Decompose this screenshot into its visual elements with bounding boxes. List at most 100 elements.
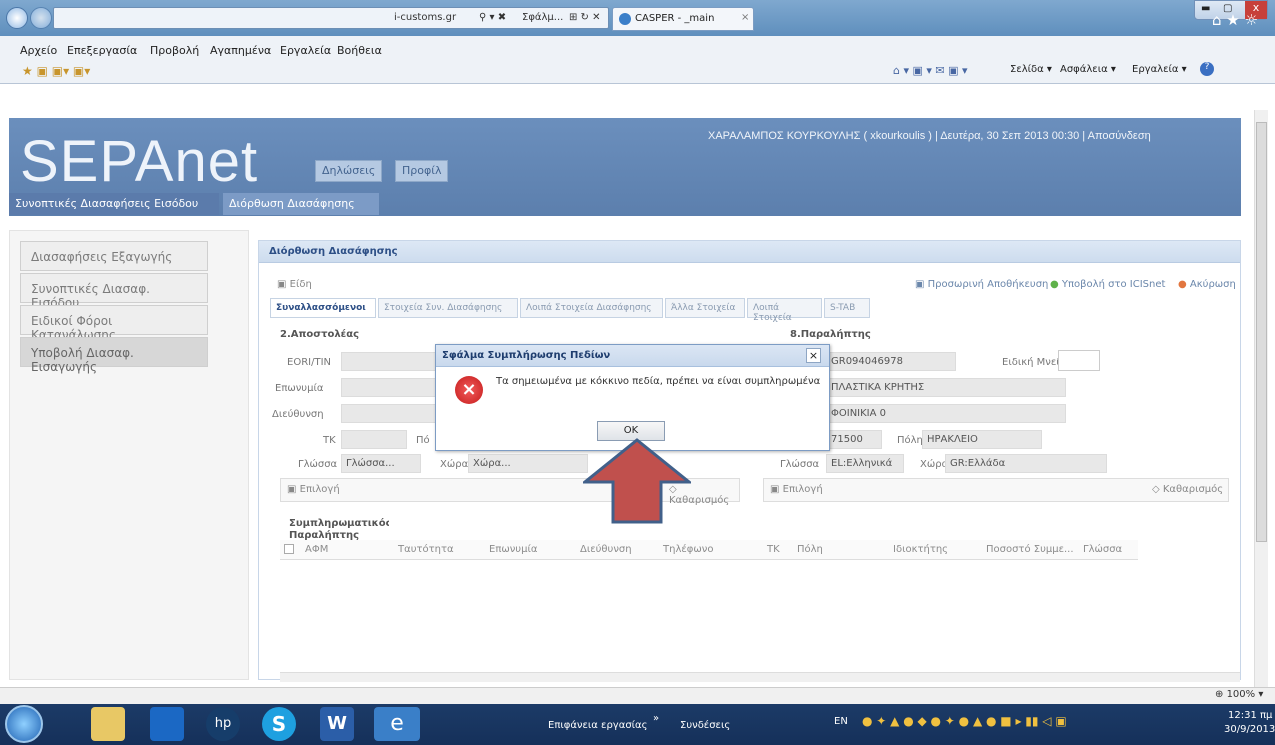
dialog-message: Τα σημειωμένα με κόκκινο πεδία, πρέπει ν…: [496, 376, 821, 387]
tab-profile[interactable]: Προφίλ: [395, 160, 449, 182]
menu-help[interactable]: Βοήθεια: [337, 44, 382, 57]
error-icon: ×: [455, 376, 483, 404]
address-text: i-customs.gr: [394, 12, 457, 23]
sender-address-field[interactable]: [341, 404, 437, 423]
sender-tk-field[interactable]: [341, 430, 407, 449]
toolbar-icons[interactable]: ⌂ ▾ ▣ ▾ ✉ ▣ ▾: [893, 64, 968, 77]
menu-file[interactable]: Αρχείο: [20, 44, 57, 57]
word-icon[interactable]: W: [320, 707, 354, 741]
receiver-eori-field[interactable]: GR094046978: [826, 352, 956, 371]
col-tk[interactable]: ΤΚ: [767, 544, 780, 555]
toolbar-tools[interactable]: Εργαλεία ▾: [1132, 64, 1187, 75]
window-minimize-icon[interactable]: ▬: [1201, 3, 1210, 14]
tab-traders[interactable]: Συναλλασσόμενοι: [270, 298, 376, 318]
tab-summary-data[interactable]: Στοιχεία Συν. Διασάφησης: [378, 298, 518, 318]
dialog-titlebar: Σφάλμα Συμπλήρωσης Πεδίων ×: [436, 345, 829, 367]
skype-icon[interactable]: S: [262, 707, 296, 741]
forward-icon[interactable]: [30, 7, 52, 29]
refresh-icon[interactable]: ⊞ ↻ ✕: [569, 12, 601, 23]
tab-other-declaration[interactable]: Λοιπά Στοιχεία Διασάφησης: [520, 298, 663, 318]
ie-taskbar-icon[interactable]: e: [374, 707, 420, 741]
receiver-tk-field[interactable]: 71500: [826, 430, 882, 449]
clock-date[interactable]: 30/9/2013: [1224, 724, 1275, 735]
zoom-level[interactable]: ⊕ 100% ▾: [1215, 689, 1263, 700]
select-all-checkbox[interactable]: [284, 544, 294, 554]
menu-view[interactable]: Προβολή: [150, 44, 199, 57]
tab-casper[interactable]: CASPER - _main ×: [612, 7, 754, 31]
desktop-toolbar[interactable]: Επιφάνεια εργασίας: [548, 720, 648, 731]
help-icon[interactable]: ?: [1200, 62, 1214, 76]
receiver-lang-label: Γλώσσα: [780, 459, 820, 470]
special-field[interactable]: [1058, 350, 1100, 371]
dialog-close-icon[interactable]: ×: [806, 348, 821, 363]
links-toolbar[interactable]: Συνδέσεις: [680, 720, 730, 731]
favorites-icon[interactable]: ★ ▣ ▣▾ ▣▾: [22, 64, 90, 78]
scrollbar-thumb[interactable]: [1256, 122, 1267, 542]
save-draft-button[interactable]: ▣ Προσωρινή Αποθήκευση: [915, 279, 1048, 290]
receiver-country-field[interactable]: GR:Ελλάδα: [945, 454, 1107, 473]
address-bar[interactable]: i-customs.gr ⚲ ▾ ✖ Σφάλμ... ⊞ ↻ ✕: [53, 7, 609, 29]
ie-icon: [619, 13, 631, 25]
tab-declarations[interactable]: Δηλώσεις: [315, 160, 383, 182]
eori-label: EORI/TIN: [287, 357, 331, 368]
page-scrollbar[interactable]: [1254, 110, 1268, 688]
hp-icon[interactable]: hp: [206, 707, 240, 741]
country-label: Χώρα: [440, 459, 469, 470]
receiver-name-field[interactable]: ΠΛΑΣΤΙΚΑ ΚΡΗΤΗΣ: [826, 378, 1066, 397]
receiver-city-field[interactable]: ΗΡΑΚΛΕΙΟ: [922, 430, 1042, 449]
menu-edit[interactable]: Επεξεργασία: [67, 44, 137, 57]
start-button[interactable]: [5, 705, 43, 743]
col-lang[interactable]: Γλώσσα: [1083, 544, 1122, 555]
menu-tools[interactable]: Εργαλεία: [280, 44, 331, 57]
back-icon[interactable]: [6, 7, 28, 29]
tab-remaining-data[interactable]: Λοιπά Στοιχεία: [747, 298, 822, 323]
toolbar-safety[interactable]: Ασφάλεια ▾: [1060, 64, 1116, 75]
name-label: Επωνυμία: [275, 383, 324, 394]
receiver-select-button[interactable]: ▣ Επιλογή: [770, 484, 823, 495]
col-address[interactable]: Διεύθυνση: [580, 544, 632, 555]
sidebar-item-import[interactable]: Υποβολή Διασαφ. Εισαγωγής: [20, 337, 208, 374]
tab-other-data[interactable]: Άλλα Στοιχεία: [665, 298, 745, 318]
clock-time[interactable]: 12:31 πμ: [1228, 710, 1272, 721]
receiver-address-field[interactable]: ΦΟΙΝΙΚΙΑ 0: [826, 404, 1066, 423]
menu-favorites[interactable]: Αγαπημένα: [210, 44, 271, 57]
tab-stab[interactable]: S-TAB: [824, 298, 870, 318]
tray-icons[interactable]: ● ✦ ▲ ● ◆ ● ✦ ● ▲ ● ■ ▸ ▮▮ ◁ ▣: [862, 714, 1067, 728]
tab-error[interactable]: Σφάλμ...: [522, 12, 563, 23]
col-percent[interactable]: Ποσοστό Συμμε...: [986, 544, 1074, 555]
chevron-icon[interactable]: »: [653, 713, 659, 724]
outlook-icon[interactable]: [150, 707, 184, 741]
breadcrumb-item-2[interactable]: Διόρθωση Διασάφησης: [223, 193, 379, 215]
sender-title: 2.Αποστολέας: [280, 329, 360, 340]
tab-casper-label: CASPER - _main: [635, 13, 715, 24]
search-icon[interactable]: ⚲ ▾ ✖: [479, 12, 506, 23]
sender-select-button[interactable]: ▣ Επιλογή: [287, 484, 340, 495]
home-star-gear-icon[interactable]: ⌂ ★ ☼: [1212, 11, 1258, 29]
tab-close-icon[interactable]: ×: [741, 12, 749, 23]
toolbar-page[interactable]: Σελίδα ▾: [1010, 64, 1052, 75]
sidebar-item-summary[interactable]: Συνοπτικές Διασαφ. Εισόδου: [20, 273, 208, 310]
receiver-lang-field[interactable]: EL:Ελληνικά: [826, 454, 904, 473]
user-info[interactable]: ΧΑΡΑΛΑΜΠΟΣ ΚΟΥΡΚΟΥΛΗΣ ( xkourkoulis ) | …: [708, 130, 1151, 142]
sidebar-item-exports[interactable]: Διασαφήσεις Εξαγωγής: [20, 241, 208, 271]
sender-name-field[interactable]: [341, 378, 437, 397]
cancel-button[interactable]: ● Ακύρωση: [1178, 279, 1236, 290]
submit-button[interactable]: ● Υποβολή στο ICISnet: [1050, 279, 1165, 290]
col-phone[interactable]: Τηλέφωνο: [663, 544, 713, 555]
col-city[interactable]: Πόλη: [797, 544, 823, 555]
col-owner[interactable]: Ιδιοκτήτης: [893, 544, 948, 555]
receiver-city-label: Πόλη: [897, 435, 923, 446]
items-button[interactable]: ▣ Είδη: [277, 279, 312, 290]
sender-eori-field[interactable]: [341, 352, 437, 371]
col-afm[interactable]: ΑΦΜ: [305, 544, 328, 555]
col-id[interactable]: Ταυτότητα: [398, 544, 454, 555]
language-indicator[interactable]: EN: [834, 716, 848, 727]
pointer-arrow: [583, 438, 691, 524]
sidebar-item-excise[interactable]: Ειδικοί Φόροι Κατανάλωσης: [20, 305, 208, 342]
receiver-clear-button[interactable]: ◇ Καθαρισμός: [1152, 484, 1223, 495]
breadcrumb-item-1[interactable]: Συνοπτικές Διασαφήσεις Εισόδου: [9, 193, 219, 215]
col-name[interactable]: Επωνυμία: [489, 544, 537, 555]
sender-country-field[interactable]: Χώρα...: [468, 454, 588, 473]
sender-lang-field[interactable]: Γλώσσα...: [341, 454, 421, 473]
explorer-icon[interactable]: [91, 707, 125, 741]
